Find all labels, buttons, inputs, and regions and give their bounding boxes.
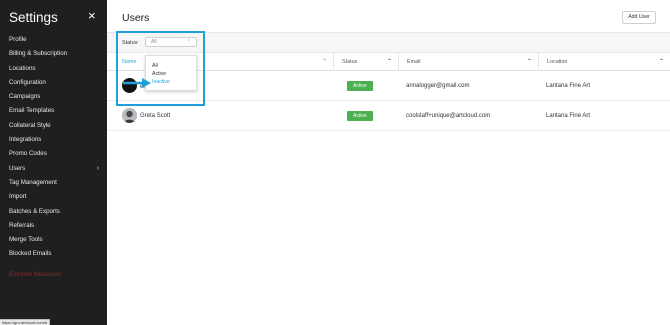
sidebar-item-label: Promo Codes: [9, 150, 47, 158]
sidebar-item-profile[interactable]: Profile: [9, 33, 99, 47]
sidebar-item-billing[interactable]: Billing & Subscription: [9, 47, 99, 61]
status-filter-value: All: [151, 39, 157, 45]
sidebar-item-label: Import: [9, 193, 27, 201]
page-title: Users: [122, 12, 150, 24]
sidebar-item-extreme-measures[interactable]: Extreme Measures: [9, 271, 61, 278]
sidebar-item-label: Locations: [9, 64, 36, 72]
status-filter-label: Status:: [122, 40, 139, 46]
sidebar-item-campaigns[interactable]: Campaigns: [9, 90, 99, 104]
column-label: Location: [547, 59, 568, 65]
sidebar-item-blocked-emails[interactable]: Blocked Emails: [9, 247, 99, 261]
status-badge: Active: [347, 81, 373, 91]
column-header-location[interactable]: Location ⌃: [538, 53, 670, 71]
sidebar-item-email-templates[interactable]: Email Templates: [9, 104, 99, 118]
status-dropdown-menu: All Active Inactive: [145, 55, 197, 91]
sort-up-icon[interactable]: ⌃: [387, 53, 392, 71]
sidebar-item-label: Email Templates: [9, 107, 55, 115]
sort-up-icon[interactable]: ⌃: [322, 53, 327, 71]
status-badge: Active: [347, 111, 373, 121]
sidebar-item-label: Referrals: [9, 221, 35, 229]
column-header-name[interactable]: Name ⌃: [107, 53, 333, 71]
user-email: coolstaff+unique@artcloud.com: [406, 113, 491, 119]
users-page: Users Add User Status: All ⌃ Name ⌃ Stat…: [107, 0, 670, 325]
sidebar-item-batches-exports[interactable]: Batches & Exports: [9, 205, 99, 219]
sidebar-item-label: Collateral Style: [9, 121, 51, 129]
settings-sidebar: Settings × Profile Billing & Subscriptio…: [0, 0, 107, 325]
dropdown-option-all[interactable]: All: [152, 63, 158, 69]
column-label: Email: [407, 59, 421, 65]
avatar-photo: [122, 108, 137, 123]
column-header-status[interactable]: Status ⌃: [333, 53, 398, 71]
sidebar-item-tag-management[interactable]: Tag Management: [9, 176, 99, 190]
user-name: Greta Scott: [140, 113, 171, 119]
user-name: el: [140, 84, 145, 90]
dropdown-option-inactive[interactable]: Inactive: [152, 79, 170, 85]
chevron-up-icon: ⌃: [186, 39, 191, 45]
close-icon[interactable]: ×: [88, 9, 96, 22]
status-url: https://gro.artcloud.com/#: [0, 319, 51, 325]
sidebar-item-users[interactable]: Users ›: [9, 162, 99, 176]
sidebar-item-label: Integrations: [9, 136, 42, 144]
user-email: annalogger@gmail.com: [406, 83, 470, 89]
sidebar-item-label: Blocked Emails: [9, 250, 52, 258]
sidebar-item-locations[interactable]: Locations: [9, 62, 99, 76]
add-user-button[interactable]: Add User: [622, 11, 656, 24]
sidebar-item-label: Configuration: [9, 78, 46, 86]
sidebar-item-configuration[interactable]: Configuration: [9, 76, 99, 90]
sidebar-item-import[interactable]: Import: [9, 190, 99, 204]
sidebar-item-label: Batches & Exports: [9, 207, 60, 215]
sidebar-item-merge-tools[interactable]: Merge Tools: [9, 233, 99, 247]
sidebar-item-referrals[interactable]: Referrals: [9, 219, 99, 233]
sidebar-nav: Profile Billing & Subscription Locations…: [9, 33, 99, 262]
sidebar-item-label: Campaigns: [9, 93, 41, 101]
user-location: Lantana Fine Art: [546, 83, 591, 89]
column-label: Name: [122, 59, 137, 65]
user-location: Lantana Fine Art: [546, 113, 591, 119]
status-filter-select[interactable]: All ⌃: [145, 37, 197, 47]
chevron-right-icon: ›: [96, 164, 99, 172]
sort-up-icon[interactable]: ⌃: [659, 53, 664, 71]
sidebar-item-label: Profile: [9, 36, 27, 43]
sort-up-icon[interactable]: ⌃: [527, 53, 532, 71]
sidebar-item-integrations[interactable]: Integrations: [9, 133, 99, 147]
sidebar-item-promo-codes[interactable]: Promo Codes: [9, 147, 99, 161]
sidebar-item-label: Tag Management: [9, 178, 57, 186]
sidebar-item-label: Users: [9, 164, 26, 172]
avatar: [122, 78, 137, 93]
sidebar-title: Settings: [9, 10, 58, 25]
column-header-email[interactable]: Email ⌃: [398, 53, 538, 71]
sidebar-item-label: Merge Tools: [9, 236, 43, 244]
sidebar-item-collateral-style[interactable]: Collateral Style: [9, 119, 99, 133]
column-label: Status: [342, 59, 358, 65]
sidebar-item-label: Billing & Subscription: [9, 50, 68, 58]
table-row[interactable]: Greta Scott Active coolstaff+unique@artc…: [107, 101, 670, 131]
dropdown-option-active[interactable]: Active: [152, 71, 166, 77]
avatar: [122, 108, 137, 123]
